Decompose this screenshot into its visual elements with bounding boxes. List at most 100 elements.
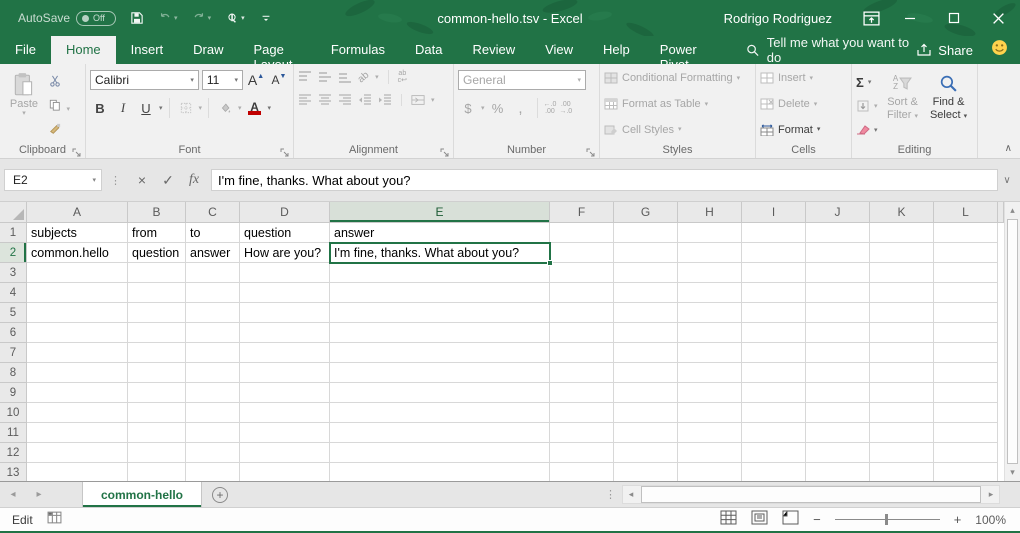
cell-J12[interactable]	[806, 443, 870, 463]
cell-L13[interactable]	[934, 463, 998, 481]
cell-J10[interactable]	[806, 403, 870, 423]
cell-A9[interactable]	[27, 383, 128, 403]
cell-I8[interactable]	[742, 363, 806, 383]
cell-styles-button[interactable]: Cell Styles ▾	[604, 119, 751, 140]
cut-button[interactable]	[48, 74, 70, 92]
decrease-indent-icon[interactable]	[358, 94, 372, 106]
cell-D6[interactable]	[240, 323, 330, 343]
cell-C11[interactable]	[186, 423, 240, 443]
cell-G7[interactable]	[614, 343, 678, 363]
cell-A1[interactable]: subjects	[27, 223, 128, 243]
next-sheet-icon[interactable]: ▸	[26, 482, 52, 507]
normal-view-button[interactable]	[720, 510, 737, 530]
font-size-dropdown-icon[interactable]: ▾	[234, 77, 238, 84]
cell-K11[interactable]	[870, 423, 934, 443]
cell-I12[interactable]	[742, 443, 806, 463]
fill-color-button[interactable]	[215, 98, 235, 118]
cell-K4[interactable]	[870, 283, 934, 303]
conditional-formatting-button[interactable]: Conditional Formatting ▾	[604, 68, 751, 89]
cell-H1[interactable]	[678, 223, 742, 243]
delete-cells-dropdown-icon[interactable]: ▾	[814, 101, 818, 108]
italic-button[interactable]: I	[113, 98, 133, 118]
row-header-5[interactable]: 5	[0, 303, 27, 323]
font-name-dropdown-icon[interactable]: ▾	[190, 77, 194, 84]
number-format-dropdown-icon[interactable]: ▾	[577, 77, 581, 84]
touch-mode-button[interactable]: ▾	[225, 12, 245, 24]
cell-L1[interactable]	[934, 223, 998, 243]
customize-qat-button[interactable]	[259, 12, 273, 24]
cell-G10[interactable]	[614, 403, 678, 423]
percent-style-button[interactable]: %	[488, 98, 508, 118]
comma-style-button[interactable]: ,	[511, 98, 531, 118]
underline-dropdown-icon[interactable]: ▾	[159, 105, 163, 112]
cell-L3[interactable]	[934, 263, 998, 283]
conditional-formatting-dropdown-icon[interactable]: ▾	[737, 75, 741, 82]
cell-G2[interactable]	[614, 243, 678, 263]
cell-D13[interactable]	[240, 463, 330, 481]
align-left-icon[interactable]	[298, 94, 312, 106]
clear-dropdown-icon[interactable]: ▾	[874, 127, 878, 134]
cell-F13[interactable]	[550, 463, 614, 481]
increase-font-size-button[interactable]: A▲	[246, 70, 266, 90]
cell-C9[interactable]	[186, 383, 240, 403]
cell-E11[interactable]	[330, 423, 550, 443]
align-middle-icon[interactable]	[318, 71, 332, 83]
cell-B7[interactable]	[128, 343, 186, 363]
tab-home[interactable]: Home	[51, 36, 116, 64]
undo-button[interactable]: ▾	[158, 12, 178, 24]
tabbar-resize-handle[interactable]: ⋮	[605, 482, 622, 507]
collapse-ribbon-button[interactable]: ∧	[1005, 143, 1012, 154]
cell-B8[interactable]	[128, 363, 186, 383]
cell-A13[interactable]	[27, 463, 128, 481]
cell-E9[interactable]	[330, 383, 550, 403]
cell-E12[interactable]	[330, 443, 550, 463]
maximize-button[interactable]	[932, 0, 976, 36]
new-sheet-button[interactable]: +	[202, 482, 238, 507]
vertical-scrollbar-thumb[interactable]	[1007, 219, 1018, 464]
row-header-6[interactable]: 6	[0, 323, 27, 343]
cell-E3[interactable]	[330, 263, 550, 283]
cell-E8[interactable]	[330, 363, 550, 383]
decrease-decimal-button[interactable]: .00 →.0	[559, 101, 572, 115]
cell-D1[interactable]: question	[240, 223, 330, 243]
cell-H8[interactable]	[678, 363, 742, 383]
column-header-L[interactable]: L	[934, 202, 998, 222]
row-header-12[interactable]: 12	[0, 443, 27, 463]
cell-E10[interactable]	[330, 403, 550, 423]
cell-D8[interactable]	[240, 363, 330, 383]
accounting-format-button[interactable]: $	[458, 98, 478, 118]
cell-B5[interactable]	[128, 303, 186, 323]
cell-A7[interactable]	[27, 343, 128, 363]
orientation-dropdown-icon[interactable]: ▾	[375, 74, 379, 81]
format-cells-button[interactable]: Format ▾	[760, 119, 847, 140]
cell-J8[interactable]	[806, 363, 870, 383]
copy-dropdown-icon[interactable]: ▾	[66, 106, 70, 113]
cell-B12[interactable]	[128, 443, 186, 463]
cell-D10[interactable]	[240, 403, 330, 423]
fill-dropdown-icon[interactable]: ▾	[874, 103, 878, 110]
cell-C1[interactable]: to	[186, 223, 240, 243]
cell-H10[interactable]	[678, 403, 742, 423]
cell-E1[interactable]: answer	[330, 223, 550, 243]
borders-button[interactable]	[176, 98, 196, 118]
cell-K7[interactable]	[870, 343, 934, 363]
cell-G5[interactable]	[614, 303, 678, 323]
cell-styles-dropdown-icon[interactable]: ▾	[678, 126, 682, 133]
cell-D2[interactable]: How are you?	[240, 243, 330, 263]
cell-B1[interactable]: from	[128, 223, 186, 243]
font-size-combo[interactable]: 11 ▾	[202, 70, 243, 90]
share-button[interactable]: Share	[916, 43, 973, 58]
cell-C6[interactable]	[186, 323, 240, 343]
cell-A8[interactable]	[27, 363, 128, 383]
format-cells-dropdown-icon[interactable]: ▾	[817, 126, 821, 133]
cell-F2[interactable]	[550, 243, 614, 263]
redo-button[interactable]: ▾	[192, 12, 212, 24]
align-center-icon[interactable]	[318, 94, 332, 106]
cell-I1[interactable]	[742, 223, 806, 243]
touch-mode-dropdown-icon[interactable]: ▾	[241, 15, 245, 22]
cell-B3[interactable]	[128, 263, 186, 283]
tab-help[interactable]: Help	[588, 36, 645, 64]
cell-A4[interactable]	[27, 283, 128, 303]
column-header-J[interactable]: J	[806, 202, 870, 222]
cell-G8[interactable]	[614, 363, 678, 383]
